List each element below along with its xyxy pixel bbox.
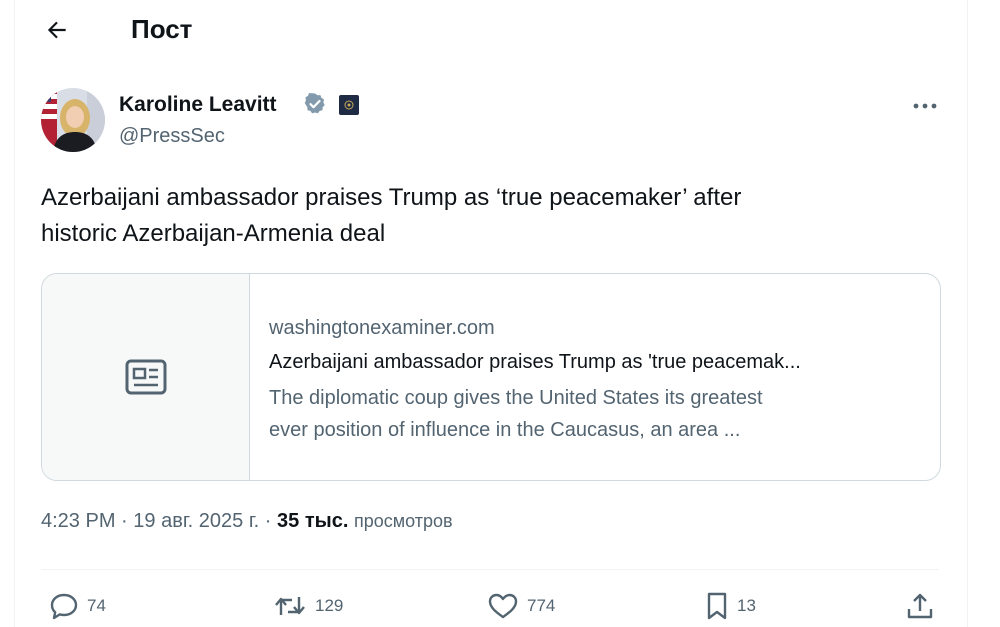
card-thumbnail	[42, 274, 250, 480]
card-title: Azerbaijani ambassador praises Trump as …	[269, 351, 801, 373]
post-date[interactable]: 19 авг. 2025 г.	[133, 510, 259, 532]
repost-count: 129	[315, 596, 344, 615]
reply-button[interactable]: 74	[49, 585, 106, 627]
like-count: 774	[527, 596, 556, 615]
post-header: Пост	[15, 0, 967, 58]
post-meta: 4:23 PM · 19 авг. 2025 г. · 35 тыс. прос…	[41, 510, 453, 533]
divider	[41, 569, 939, 570]
meta-separator: ·	[259, 510, 278, 532]
reply-icon	[50, 593, 78, 620]
author-handle[interactable]: @PressSec	[119, 125, 225, 148]
tweet-text: Azerbaijani ambassador praises Trump as …	[41, 180, 921, 252]
page-title: Пост	[131, 14, 193, 44]
action-bar: 74 129 774 13	[41, 585, 939, 627]
tweet-text-line: Azerbaijani ambassador praises Trump as …	[41, 184, 742, 211]
more-options-button[interactable]	[905, 88, 945, 124]
seal-icon	[344, 100, 354, 110]
news-article-icon	[125, 359, 166, 395]
post-detail-panel: Пост Karoline Leavitt @PressSec Azerbaij…	[14, 0, 968, 627]
meta-separator: ·	[115, 510, 134, 532]
bookmark-count: 13	[737, 596, 756, 615]
heart-icon	[488, 593, 518, 619]
card-description-line: The diplomatic coup gives the United Sta…	[269, 387, 763, 409]
reply-count: 74	[87, 596, 106, 615]
like-button[interactable]: 774	[487, 585, 555, 627]
back-button[interactable]	[37, 10, 77, 50]
bookmark-icon	[707, 592, 727, 620]
avatar[interactable]	[41, 88, 105, 152]
views-label: просмотров	[353, 511, 453, 531]
repost-button[interactable]: 129	[273, 585, 343, 627]
verified-badge-icon[interactable]	[303, 92, 327, 116]
repost-icon	[275, 597, 305, 615]
tweet-text-line: historic Azerbaijan-Armenia deal	[41, 220, 386, 247]
link-preview-card[interactable]: washingtonexaminer.com Azerbaijani ambas…	[41, 273, 941, 481]
post-time[interactable]: 4:23 PM	[41, 510, 115, 532]
card-description-line: ever position of influence in the Caucas…	[269, 419, 741, 441]
share-icon	[907, 593, 933, 619]
card-body: washingtonexaminer.com Azerbaijani ambas…	[269, 314, 929, 446]
government-affiliate-badge[interactable]	[339, 95, 359, 115]
share-button[interactable]	[905, 585, 935, 627]
bookmark-button[interactable]: 13	[705, 585, 756, 627]
arrow-left-icon	[47, 21, 66, 39]
card-description: The diplomatic coup gives the United Sta…	[269, 382, 929, 446]
more-horizontal-icon	[913, 103, 937, 109]
views-count: 35 тыс.	[277, 510, 349, 532]
card-domain: washingtonexaminer.com	[269, 317, 495, 339]
avatar-image	[41, 88, 105, 152]
author-name[interactable]: Karoline Leavitt	[119, 93, 277, 117]
